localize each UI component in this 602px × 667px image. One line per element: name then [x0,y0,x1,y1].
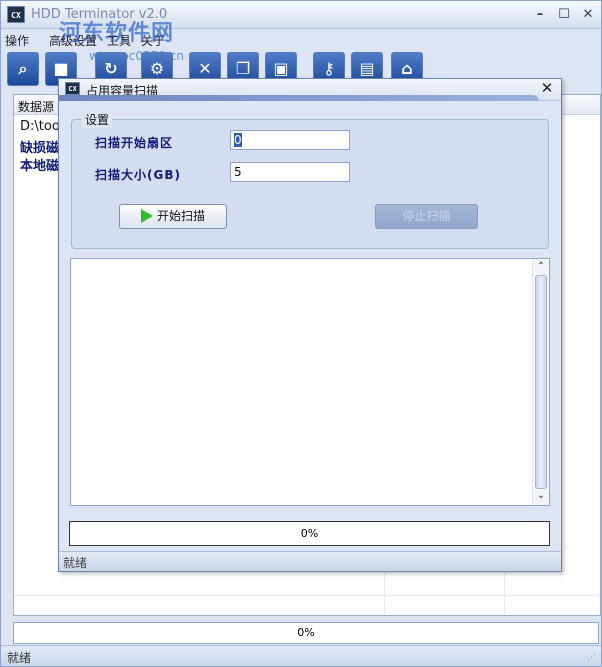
list-item[interactable]: 本地磁 [20,155,59,174]
scan-log-area[interactable]: ⌃ ⌄ [70,258,550,506]
dialog-progress-bar: 0% [69,521,550,546]
dialog-titlebar[interactable]: CX 占用容量扫描 ✕ [59,79,561,101]
menu-advanced-settings[interactable]: 高级设置 [49,32,97,49]
dialog-status-bar: 就绪 [59,551,561,571]
menu-tools[interactable]: 工具 [107,32,131,49]
scroll-down-icon[interactable]: ⌄ [534,489,548,503]
dialog-title: 占用容量扫描 [86,84,159,98]
start-sector-input[interactable]: 0 [230,130,350,150]
main-titlebar[interactable]: CX HDD Terminator v2.0 河东软件网 – ☐ ✕ [1,1,601,46]
stop-scan-button[interactable]: 停止扫描 [375,204,478,229]
app-icon: CX [7,6,25,23]
search-icon[interactable]: ⌕ [7,52,39,86]
play-icon [140,209,153,223]
main-status-text: 就绪 [7,651,32,665]
start-sector-label: 扫描开始扇区 [95,136,174,150]
scroll-up-icon[interactable]: ⌃ [534,260,548,274]
menu-about[interactable]: 关于 [141,32,165,49]
log-scrollbar[interactable]: ⌃ ⌄ [532,259,549,505]
dialog-app-icon: CX [65,82,80,95]
dialog-close-icon[interactable]: ✕ [539,80,555,96]
settings-group: 设置 扫描开始扇区 0 扫描大小(GB) 5 开始扫描 停止扫描 [71,111,549,249]
grid-line [14,595,600,596]
scan-size-input[interactable]: 5 [230,162,350,182]
main-progress-bar: 0% [13,622,599,644]
dialog-status-text: 就绪 [63,556,88,570]
list-header-data-source[interactable]: 数据源 [18,98,54,115]
start-scan-button[interactable]: 开始扫描 [119,204,227,229]
capacity-scan-dialog: CX 占用容量扫描 ✕ 设置 扫描开始扇区 0 扫描大小(GB) 5 开始扫描 … [58,78,562,572]
minimize-icon[interactable]: – [531,7,549,23]
main-status-bar: 就绪 ⋰ [1,645,601,666]
list-item[interactable]: D:\too [20,119,60,134]
menubar: 操作 高级设置 工具 关于 [1,29,601,49]
settings-group-label: 设置 [82,111,113,128]
scroll-thumb[interactable] [535,275,547,489]
maximize-icon[interactable]: ☐ [555,7,573,23]
scan-size-label: 扫描大小(GB) [95,168,181,182]
close-icon[interactable]: ✕ [579,7,597,23]
resize-grip-icon[interactable]: ⋰ [587,653,597,663]
list-item[interactable]: 缺损磁 [20,137,59,156]
menu-operate[interactable]: 操作 [5,32,29,49]
